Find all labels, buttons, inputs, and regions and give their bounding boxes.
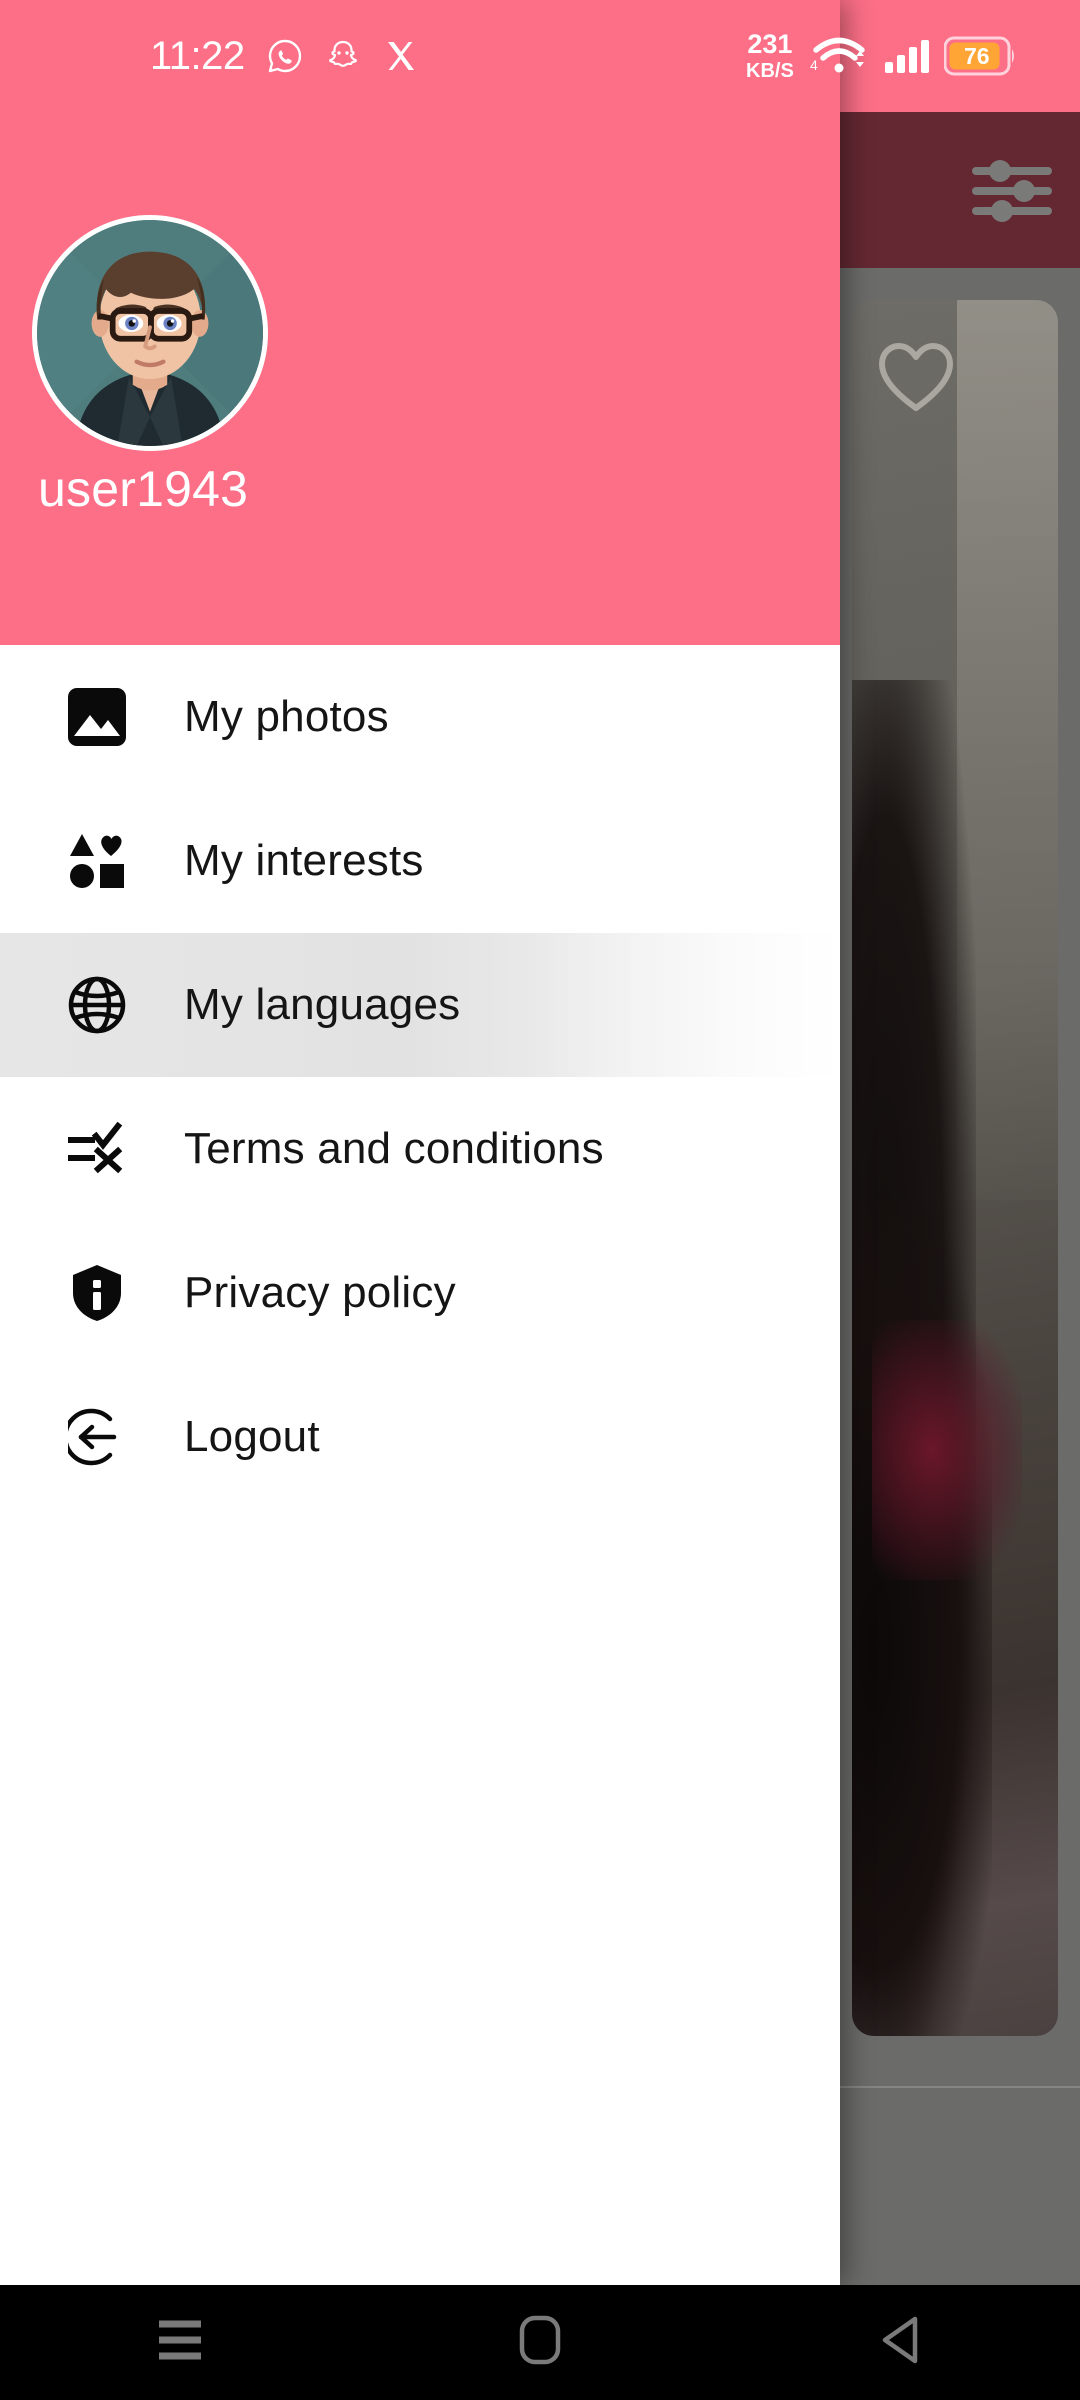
menu-item-label: My interests: [184, 836, 424, 885]
battery-percent-label: 76: [964, 42, 990, 69]
background-divider: [838, 2086, 1080, 2088]
shield-info-icon: [66, 1262, 128, 1324]
photo-red-accent: [872, 1320, 1022, 1580]
back-button[interactable]: [840, 2303, 960, 2383]
android-navigation-bar: [0, 2285, 1080, 2400]
menu-item-label: My photos: [184, 692, 389, 741]
wifi-icon: 4: [808, 34, 870, 78]
checklist-icon: [66, 1118, 128, 1180]
network-speed-indicator: 231 KB/S: [746, 29, 794, 82]
menu-item-my-interests[interactable]: My interests: [0, 789, 840, 933]
heart-outline-icon[interactable]: [878, 342, 954, 412]
snapchat-icon: [325, 38, 361, 74]
globe-icon: [66, 974, 128, 1036]
battery-icon: 76: [943, 36, 1018, 76]
avatar[interactable]: [32, 215, 268, 451]
username-label: user1943: [38, 461, 249, 517]
network-speed-value: 231: [747, 29, 793, 59]
menu-item-my-photos[interactable]: My photos: [0, 645, 840, 789]
status-bar-left: 11:22: [150, 0, 419, 112]
home-button[interactable]: [480, 2303, 600, 2383]
sliders-filter-icon[interactable]: [972, 160, 1052, 222]
x-twitter-icon: [383, 38, 419, 74]
navigation-drawer: user1943 11:22 231 KB/S 4 76 My photos M…: [0, 0, 1014, 2285]
whatsapp-icon: [267, 38, 303, 74]
signal-bars-icon: [884, 39, 930, 73]
photo-icon: [66, 686, 128, 748]
shapes-icon: [66, 830, 128, 892]
menu-item-logout[interactable]: Logout: [0, 1365, 840, 1509]
recents-button[interactable]: [120, 2303, 240, 2383]
network-speed-unit: KB/S: [746, 60, 794, 82]
background-photo-card[interactable]: [852, 300, 1058, 2036]
menu-item-label: My languages: [184, 980, 461, 1029]
status-bar-clock: 11:22: [150, 33, 245, 78]
menu-item-terms-and-conditions[interactable]: Terms and conditions: [0, 1077, 840, 1221]
menu-item-label: Terms and conditions: [184, 1124, 604, 1173]
drawer-menu: My photos My interests My languages Term…: [0, 645, 840, 1509]
status-bar-right: 231 KB/S 4 76: [746, 0, 1018, 112]
rounded-square-icon: [518, 2314, 562, 2371]
svg-text:4: 4: [810, 57, 818, 73]
status-bar: 11:22 231 KB/S 4 76: [0, 0, 1014, 112]
menu-item-my-languages[interactable]: My languages: [0, 933, 840, 1077]
logout-icon: [66, 1406, 128, 1468]
menu-lines-icon: [155, 2318, 205, 2367]
menu-item-label: Privacy policy: [184, 1268, 456, 1317]
menu-item-label: Logout: [184, 1412, 320, 1461]
background-appbar: [838, 112, 1080, 268]
menu-item-privacy-policy[interactable]: Privacy policy: [0, 1221, 840, 1365]
triangle-left-icon: [879, 2315, 921, 2370]
